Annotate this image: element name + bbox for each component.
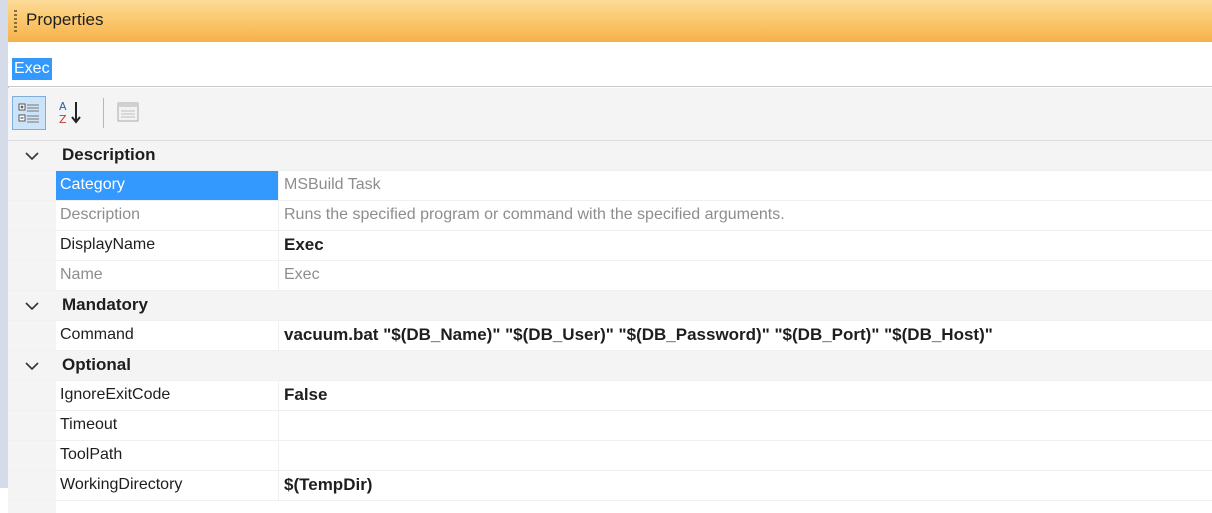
chevron-down-icon[interactable] [22, 146, 42, 166]
alphabetical-button[interactable]: A Z [54, 96, 88, 130]
property-row-ignoreexitcode[interactable]: IgnoreExitCode False [8, 381, 1212, 411]
property-value: Exec [284, 266, 320, 283]
property-name: WorkingDirectory [60, 476, 183, 493]
categorized-button[interactable] [12, 96, 46, 130]
property-row-partial [8, 501, 1212, 513]
property-value-cell[interactable]: vacuum.bat "$(DB_Name)" "$(DB_User)" "$(… [279, 321, 1209, 350]
property-value-cell[interactable]: Runs the specified program or command wi… [279, 201, 1209, 230]
property-name: Timeout [60, 416, 118, 433]
category-optional[interactable]: Optional [8, 351, 1212, 381]
property-name-cell[interactable]: Command [56, 321, 279, 350]
row-gutter [8, 381, 56, 410]
row-gutter [8, 201, 56, 230]
svg-text:Z: Z [59, 113, 67, 126]
property-name: Name [60, 266, 103, 283]
category-label: Optional [62, 355, 131, 374]
row-gutter [8, 261, 56, 290]
category-label: Mandatory [62, 295, 148, 314]
row-gutter [8, 231, 56, 260]
property-name: Command [60, 326, 134, 343]
property-value: Exec [284, 235, 324, 254]
property-row-timeout[interactable]: Timeout [8, 411, 1212, 441]
window-title: Properties [26, 10, 104, 29]
selected-object-name[interactable]: Exec [12, 58, 52, 80]
property-value: MSBuild Task [284, 176, 381, 193]
category-description[interactable]: Description [8, 141, 1212, 171]
property-value-cell[interactable]: $(TempDir) [279, 471, 1209, 500]
drag-grip-icon[interactable] [14, 10, 17, 32]
row-gutter [8, 501, 56, 513]
property-value-cell[interactable] [279, 411, 1209, 440]
row-gutter [8, 321, 56, 350]
property-value: Runs the specified program or command wi… [284, 206, 785, 223]
property-value-cell[interactable]: MSBuild Task [279, 171, 1209, 200]
property-name-cell[interactable]: Timeout [56, 411, 279, 440]
property-name: Description [60, 206, 141, 223]
property-name-cell[interactable]: Category [56, 171, 279, 200]
category-mandatory[interactable]: Mandatory [8, 291, 1212, 321]
property-row-toolpath[interactable]: ToolPath [8, 441, 1212, 471]
row-gutter [8, 171, 56, 200]
property-value: vacuum.bat "$(DB_Name)" "$(DB_User)" "$(… [284, 325, 993, 344]
property-row-workingdirectory[interactable]: WorkingDirectory $(TempDir) [8, 471, 1212, 501]
property-name-cell[interactable]: DisplayName [56, 231, 279, 260]
property-row-description[interactable]: Description Runs the specified program o… [8, 201, 1212, 231]
property-value-cell[interactable] [279, 441, 1209, 470]
chevron-down-icon[interactable] [22, 356, 42, 376]
property-value-cell[interactable]: Exec [279, 231, 1209, 260]
property-name-cell[interactable]: WorkingDirectory [56, 471, 279, 500]
property-value-cell[interactable]: False [279, 381, 1209, 410]
toolbar-separator [103, 98, 104, 128]
property-name: DisplayName [60, 236, 156, 253]
svg-text:A: A [59, 100, 67, 113]
property-value-cell[interactable]: Exec [279, 261, 1209, 290]
categorized-view-icon [18, 103, 39, 123]
property-name-cell[interactable]: ToolPath [56, 441, 279, 470]
alphabetical-sort-icon: A Z [59, 100, 81, 126]
property-grid: Description Category MSBuild Task Descri… [8, 141, 1212, 513]
property-pages-button[interactable] [112, 96, 146, 130]
properties-title-bar[interactable]: Properties [8, 0, 1212, 43]
chevron-down-icon[interactable] [22, 296, 42, 316]
property-row-displayname[interactable]: DisplayName Exec [8, 231, 1212, 261]
property-row-name[interactable]: Name Exec [8, 261, 1212, 291]
property-name-cell[interactable]: Description [56, 201, 279, 230]
properties-toolbar: A Z [8, 88, 1212, 141]
property-name-cell[interactable]: Name [56, 261, 279, 290]
property-row-command[interactable]: Command vacuum.bat "$(DB_Name)" "$(DB_Us… [8, 321, 1212, 351]
property-value: $(TempDir) [284, 475, 373, 494]
row-gutter [8, 471, 56, 500]
object-selector[interactable]: Exec [8, 42, 1212, 87]
property-pages-icon [117, 102, 139, 122]
category-label: Description [62, 145, 156, 164]
property-row-category[interactable]: Category MSBuild Task [8, 171, 1212, 201]
row-gutter [8, 441, 56, 470]
property-value: False [284, 385, 328, 404]
property-name-cell[interactable]: IgnoreExitCode [56, 381, 279, 410]
property-name: IgnoreExitCode [60, 386, 171, 403]
property-name: Category [60, 176, 125, 193]
row-gutter [8, 411, 56, 440]
property-name: ToolPath [60, 446, 123, 463]
